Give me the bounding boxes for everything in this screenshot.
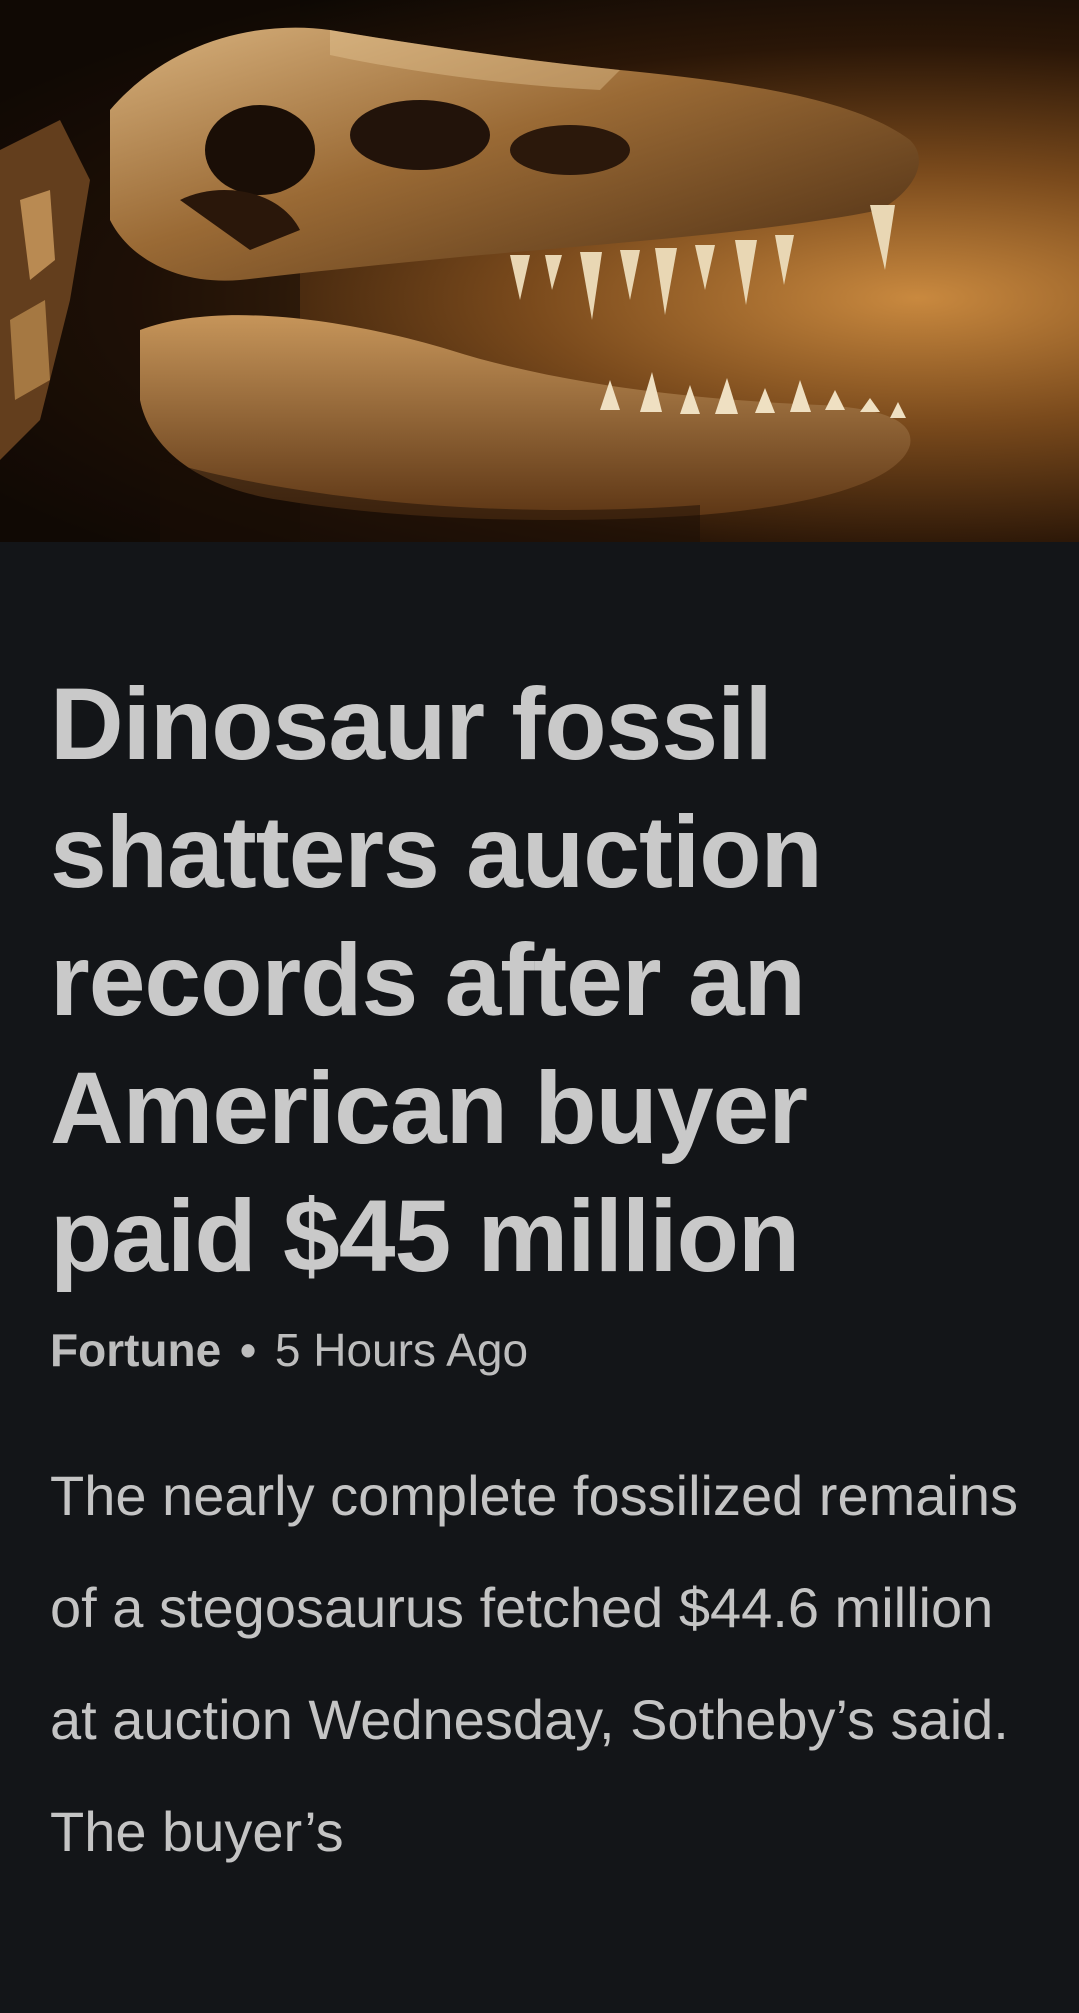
article: Dinosaur fossil shatters auction records… bbox=[50, 660, 1040, 1888]
meta-separator: • bbox=[239, 1324, 257, 1376]
article-body: The nearly complete fossilized remains o… bbox=[50, 1464, 1018, 1863]
article-headline[interactable]: Dinosaur fossil shatters auction records… bbox=[50, 660, 950, 1300]
article-meta: Fortune • 5 Hours Ago bbox=[50, 1322, 1040, 1378]
source-name[interactable]: Fortune bbox=[50, 1324, 221, 1376]
hero-image[interactable] bbox=[0, 0, 1079, 542]
publish-time: 5 Hours Ago bbox=[274, 1324, 529, 1376]
dinosaur-skull-photo bbox=[0, 0, 919, 542]
